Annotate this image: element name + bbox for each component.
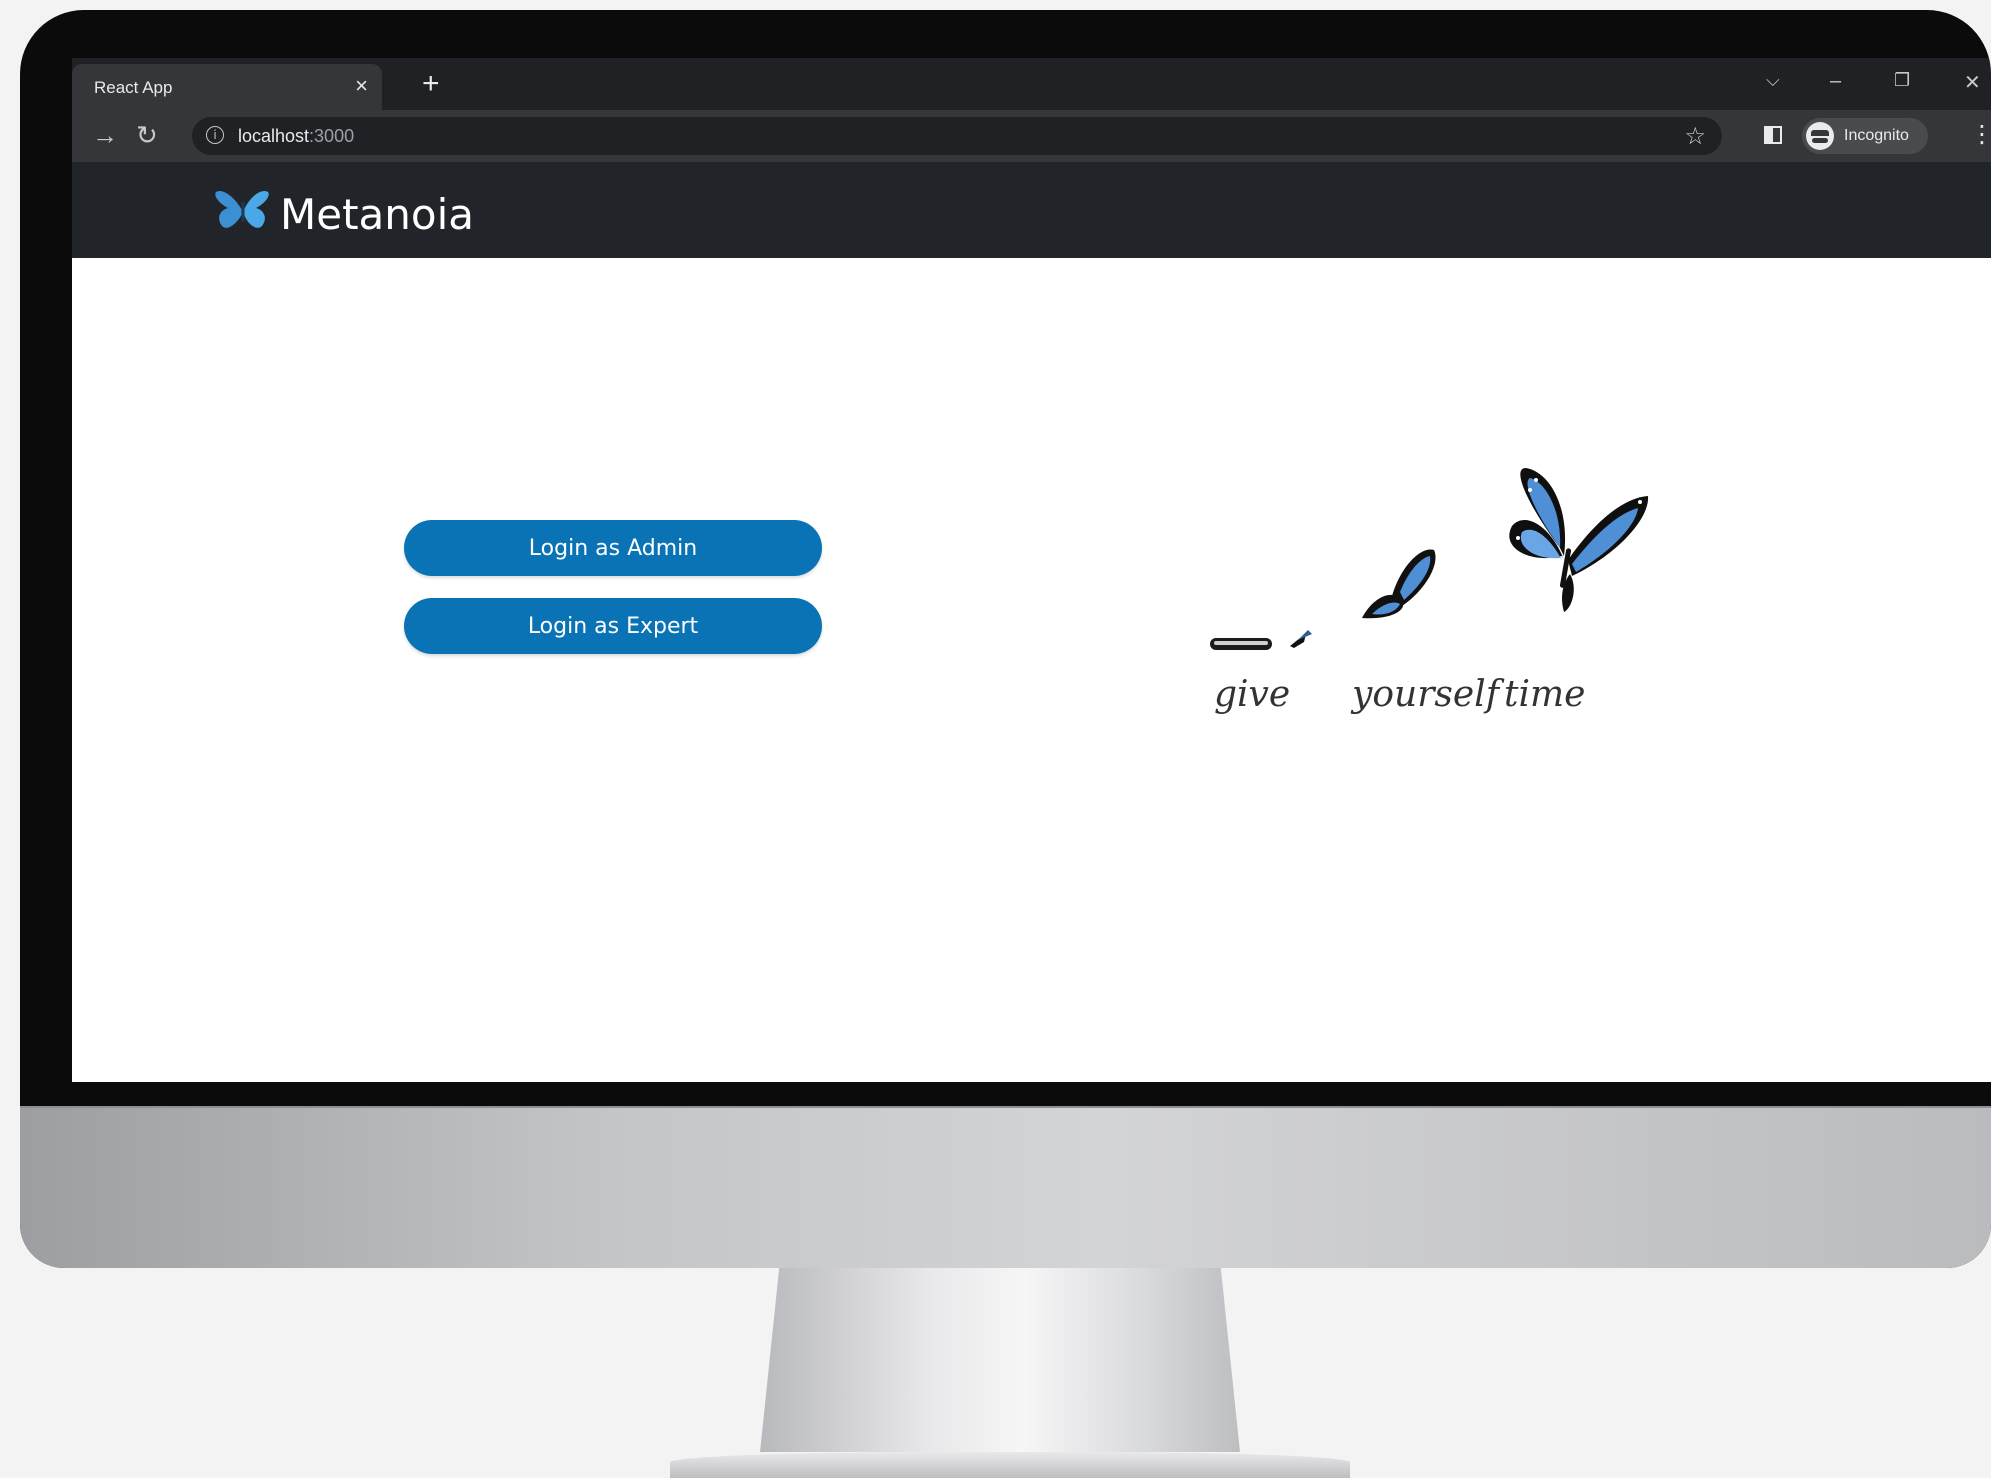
url-text: localhost:3000 <box>238 126 354 147</box>
brand-link[interactable]: Metanoia <box>214 188 474 239</box>
tab-close-icon[interactable]: × <box>355 73 368 99</box>
new-tab-button[interactable]: + <box>422 69 440 99</box>
forward-arrow-icon[interactable]: → <box>92 120 118 151</box>
bookmark-star-icon[interactable]: ☆ <box>1684 122 1706 151</box>
tiny-butterfly-icon <box>1290 630 1312 648</box>
window-close-icon[interactable]: ✕ <box>1964 70 1981 95</box>
incognito-badge[interactable]: Incognito <box>1802 118 1928 154</box>
url-host: localhost <box>238 126 310 146</box>
word-time: time <box>1504 674 1585 715</box>
browser-tab[interactable]: React App × <box>72 64 382 110</box>
reload-icon[interactable]: ↻ <box>136 120 158 151</box>
login-admin-button[interactable]: Login as Admin <box>404 520 822 576</box>
side-panel-icon[interactable] <box>1764 126 1782 144</box>
incognito-label: Incognito <box>1844 127 1909 144</box>
brand-name: Metanoia <box>280 190 475 239</box>
incognito-icon <box>1806 122 1834 150</box>
metamorphosis-illustration: give yourself time <box>1122 398 1682 728</box>
restore-icon[interactable]: ❐ <box>1894 70 1910 91</box>
tab-search-chevron-icon[interactable]: ⌵ <box>1766 70 1780 91</box>
monitor-chin <box>20 1106 1991 1268</box>
site-info-icon[interactable]: i <box>206 126 224 144</box>
monitor-stand <box>760 1268 1240 1452</box>
browser-menu-icon[interactable]: ⋮ <box>1970 120 1991 149</box>
tab-strip: React App × + ⌵ – ❐ ✕ <box>72 58 1991 110</box>
login-expert-button[interactable]: Login as Expert <box>404 598 822 654</box>
large-butterfly-icon <box>1509 468 1649 612</box>
caterpillar-icon <box>1210 638 1272 650</box>
browser-window: React App × + ⌵ – ❐ ✕ → ↻ i localhost:30… <box>72 58 1991 1082</box>
word-yourself: yourself <box>1350 674 1505 715</box>
minimize-icon[interactable]: – <box>1830 70 1841 93</box>
word-give: give <box>1214 674 1290 715</box>
url-port: :3000 <box>309 126 355 146</box>
monitor-stand-base <box>670 1452 1350 1478</box>
address-bar[interactable]: i localhost:3000 ☆ <box>192 117 1722 155</box>
butterfly-logo-icon <box>215 190 269 228</box>
browser-toolbar: → ↻ i localhost:3000 ☆ Incognito ⋮ <box>72 110 1991 162</box>
tab-title: React App <box>94 78 173 97</box>
small-butterfly-icon <box>1362 549 1436 619</box>
monitor: React App × + ⌵ – ❐ ✕ → ↻ i localhost:30… <box>20 10 1991 1268</box>
app-navbar: Metanoia <box>72 162 1991 258</box>
